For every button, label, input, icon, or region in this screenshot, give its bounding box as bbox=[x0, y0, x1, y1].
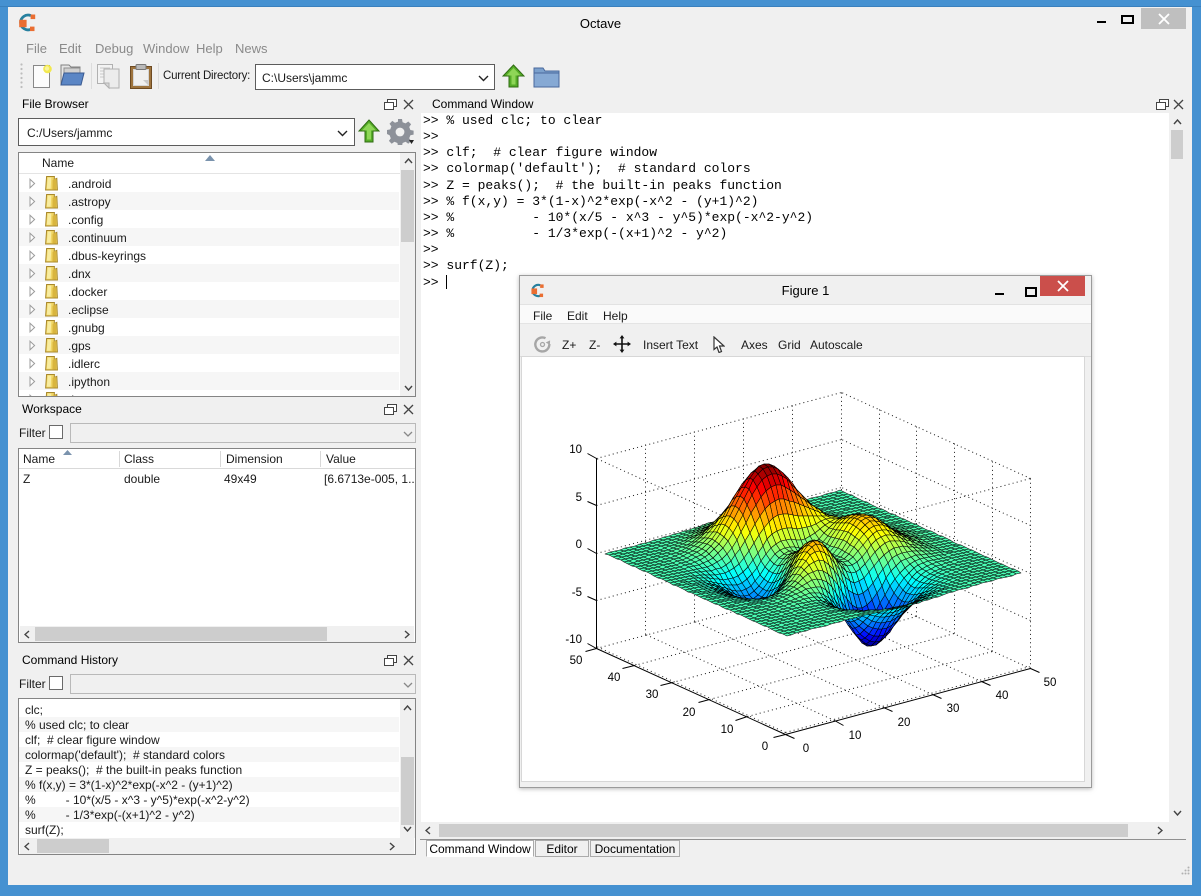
svg-text:-10: -10 bbox=[565, 634, 582, 646]
svg-text:20: 20 bbox=[898, 717, 911, 729]
svg-text:5: 5 bbox=[576, 492, 582, 504]
svg-text:30: 30 bbox=[646, 689, 659, 701]
svg-text:10: 10 bbox=[721, 724, 734, 736]
svg-text:50: 50 bbox=[1044, 677, 1057, 689]
svg-text:10: 10 bbox=[569, 444, 582, 456]
svg-text:30: 30 bbox=[947, 703, 960, 715]
svg-text:50: 50 bbox=[570, 655, 583, 667]
svg-text:10: 10 bbox=[849, 730, 862, 742]
svg-text:40: 40 bbox=[996, 690, 1009, 702]
svg-text:-5: -5 bbox=[572, 587, 582, 599]
svg-text:0: 0 bbox=[762, 741, 768, 753]
svg-text:0: 0 bbox=[803, 743, 809, 755]
svg-text:0: 0 bbox=[576, 539, 582, 551]
svg-text:40: 40 bbox=[608, 672, 621, 684]
svg-text:20: 20 bbox=[683, 707, 696, 719]
